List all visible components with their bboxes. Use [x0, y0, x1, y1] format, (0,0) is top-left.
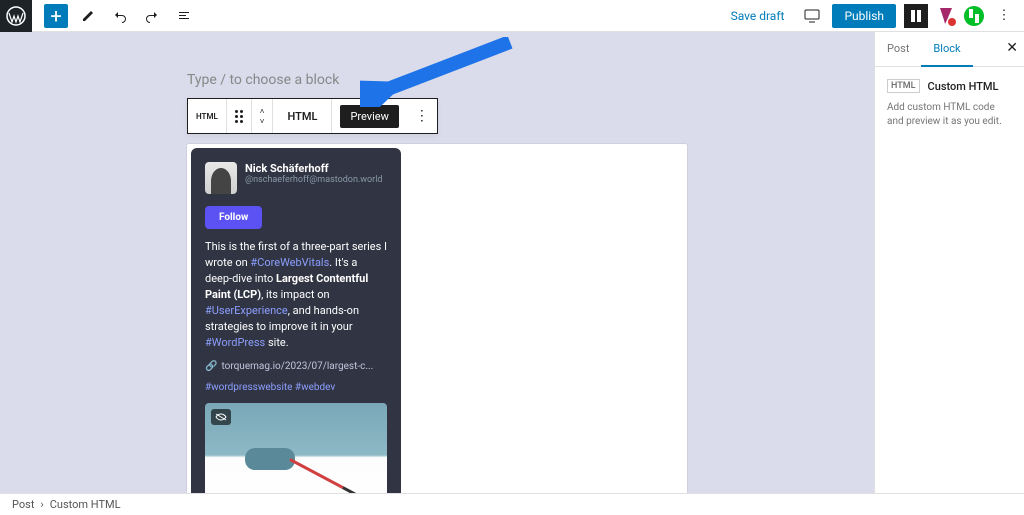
settings-sidebar: Post Block ✕ HTML Custom HTML Add custom…: [874, 32, 1024, 493]
user-handle: @nschaeferhoff@mastodon.world: [245, 175, 383, 185]
save-draft-button[interactable]: Save draft: [723, 9, 793, 23]
follow-button[interactable]: Follow: [205, 206, 262, 229]
yoast-icon[interactable]: [936, 6, 956, 26]
post-body: This is the first of a three-part series…: [205, 239, 387, 351]
breadcrumb-post[interactable]: Post: [12, 498, 34, 511]
jetpack-icon[interactable]: [964, 6, 984, 26]
block-mover[interactable]: ˄˅: [260, 107, 265, 126]
hashtags: #wordpresswebsite #webdev: [205, 382, 387, 393]
block-icon: HTML: [887, 79, 920, 93]
breadcrumb: Post › Custom HTML: [0, 493, 1024, 515]
block-title: Custom HTML: [928, 80, 999, 93]
topbar-more-icon[interactable]: ⋮: [992, 4, 1016, 28]
block-options-icon[interactable]: ⋮: [415, 108, 429, 124]
wordpress-logo[interactable]: [0, 0, 32, 32]
editor-topbar: + Save draft Publish ⋮: [0, 0, 1024, 32]
mastodon-embed: Nick Schäferhoff @nschaeferhoff@mastodon…: [191, 148, 401, 493]
preview-device-icon[interactable]: [800, 4, 824, 28]
add-block-button[interactable]: +: [44, 4, 68, 28]
edit-tool-icon[interactable]: [76, 4, 100, 28]
user-name: Nick Schäferhoff: [245, 162, 383, 175]
breadcrumb-sep-icon: ›: [40, 498, 43, 511]
block-description: Add custom HTML code and preview it as y…: [887, 101, 1012, 129]
link-icon: 🔗: [205, 361, 217, 372]
tab-post[interactable]: Post: [875, 32, 921, 66]
preview-tab-button[interactable]: Preview: [340, 105, 398, 128]
editor-canvas[interactable]: Type / to choose a block HTML ˄˅ HTML Pr…: [0, 32, 874, 493]
link-preview[interactable]: 🔗 torquemag.io/2023/07/largest-c...: [205, 361, 387, 372]
breadcrumb-block[interactable]: Custom HTML: [50, 498, 121, 511]
document-overview-icon[interactable]: [172, 4, 196, 28]
alt-badge-icon: [211, 409, 231, 425]
tab-block[interactable]: Block: [921, 32, 972, 67]
redo-icon[interactable]: [140, 4, 164, 28]
block-placeholder[interactable]: Type / to choose a block: [127, 52, 747, 98]
block-type-indicator[interactable]: HTML: [196, 112, 218, 121]
custom-html-preview: Nick Schäferhoff @nschaeferhoff@mastodon…: [187, 144, 687, 493]
publish-button[interactable]: Publish: [832, 4, 896, 28]
close-sidebar-icon[interactable]: ✕: [1006, 40, 1018, 56]
avatar: [205, 162, 237, 194]
undo-icon[interactable]: [108, 4, 132, 28]
drag-handle-icon[interactable]: [235, 110, 243, 123]
post-image[interactable]: [205, 403, 387, 493]
html-tab-button[interactable]: HTML: [281, 110, 323, 123]
block-toolbar: HTML ˄˅ HTML Preview ⋮: [187, 98, 438, 134]
settings-toggle-icon[interactable]: [904, 4, 928, 28]
